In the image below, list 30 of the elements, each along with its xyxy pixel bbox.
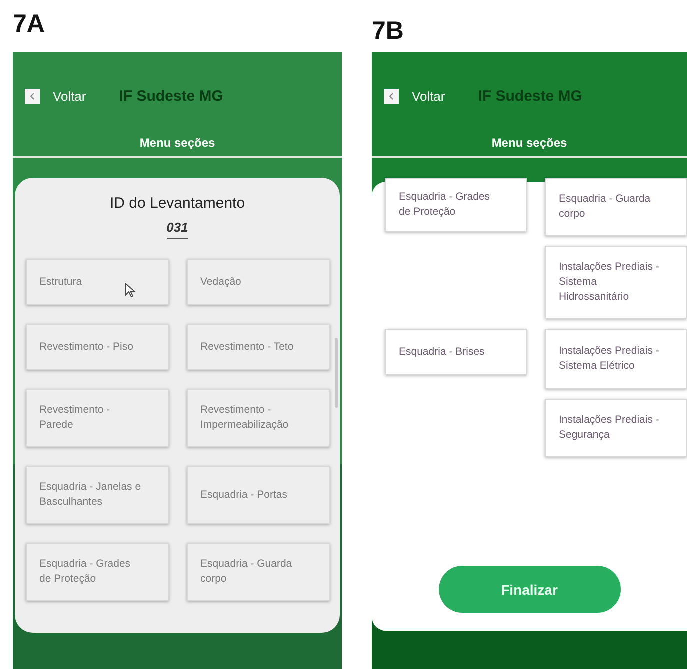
app-title: IF Sudeste MG	[478, 88, 582, 104]
back-icon	[25, 88, 40, 104]
figure-label: 7A	[13, 9, 45, 40]
section-button[interactable]: Instalações Prediais - Segurança	[545, 399, 687, 457]
figure-label: 7B	[372, 16, 404, 47]
back-button[interactable]: Voltar	[384, 88, 446, 104]
section-button[interactable]: Esquadria - Guarda corpo	[186, 543, 330, 601]
section-button[interactable]: Esquadria - Janelas e Basculhantes	[26, 466, 168, 524]
section-button[interactable]: Esquadria - Brises	[385, 329, 527, 375]
back-button[interactable]: Voltar	[25, 88, 86, 104]
section-button[interactable]: Instalações Prediais - Sistema Elétrico	[545, 329, 687, 389]
section-button[interactable]: Revestimento - Teto	[186, 324, 330, 370]
section-button[interactable]: Esquadria - Grades de Proteção	[385, 178, 527, 232]
section-menu-title: Menu seções	[490, 136, 568, 150]
section-button[interactable]: Vedação	[186, 259, 330, 305]
section-button[interactable]: Revestimento - Impermeabilização	[186, 389, 330, 447]
app-title: IF Sudeste MG	[119, 88, 224, 104]
back-icon	[384, 88, 399, 104]
section-button[interactable]: Revestimento - Piso	[26, 324, 168, 370]
section-button[interactable]: Revestimento - Parede	[26, 389, 168, 447]
section-button[interactable]: Esquadria - Grades de Proteção	[26, 543, 168, 601]
section-button[interactable]: Esquadria - Portas	[186, 466, 330, 524]
finish-button[interactable]: Finalizar	[438, 566, 620, 613]
section-button[interactable]: Instalações Prediais - Sistema Hidrossanitário	[545, 246, 687, 319]
section-button[interactable]: Estrutura	[26, 259, 168, 305]
cursor-icon	[124, 283, 136, 298]
survey-id: 031	[166, 220, 188, 239]
section-button[interactable]: Esquadria - Guarda corpo	[545, 178, 687, 236]
section-menu-title: Menu seções	[138, 136, 216, 150]
survey-id-label: ID do Levantamento	[110, 195, 246, 212]
